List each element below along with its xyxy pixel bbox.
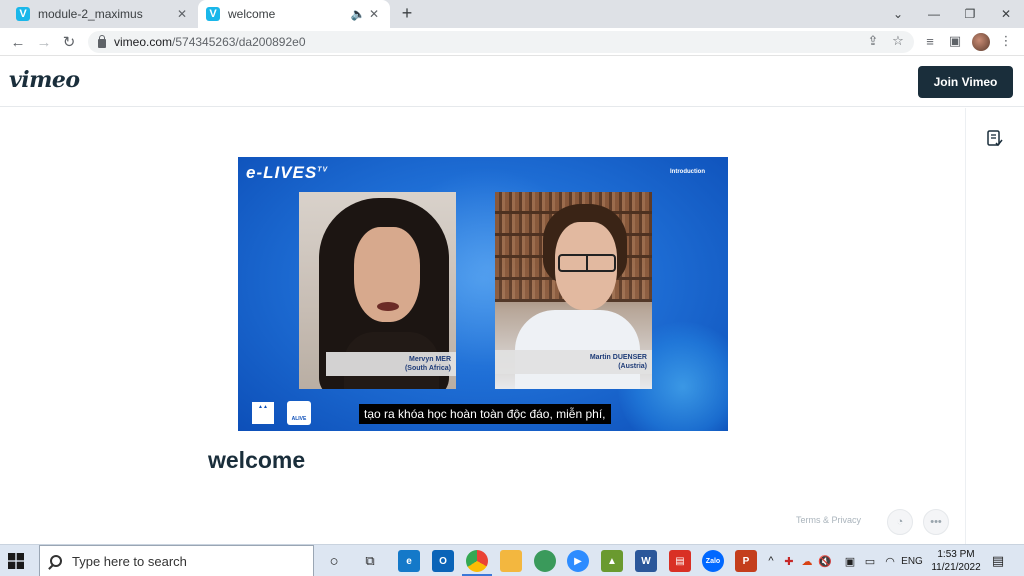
video-subtitle: tạo ra khóa học hoàn toàn độc đáo, miễn …	[359, 404, 611, 424]
tab-module-2-maximus[interactable]: V module-2_maximus ✕	[8, 0, 198, 28]
alive-logo: ALIVE	[287, 401, 311, 425]
tab-welcome[interactable]: V welcome 🔈 ✕	[198, 0, 390, 28]
tab-title: module-2_maximus	[38, 7, 143, 21]
tab-search-icon[interactable]: ⌄	[880, 0, 916, 28]
bookmark-star-icon[interactable]: ☆	[889, 32, 907, 50]
more-dots-icon[interactable]: •••	[923, 509, 949, 535]
chart-app-icon[interactable]: ▲	[601, 550, 623, 572]
antivirus-icon[interactable]: ✚	[782, 553, 796, 569]
terms-privacy-link[interactable]: Terms & Privacy	[796, 515, 861, 525]
new-tab-button[interactable]: +	[398, 4, 416, 23]
speaker-icon[interactable]: 🔈	[350, 6, 366, 22]
lock-icon	[98, 34, 106, 48]
vimeo-favicon-icon: V	[206, 7, 220, 21]
search-placeholder: Type here to search	[72, 553, 187, 569]
section-label: Introduction	[670, 169, 705, 175]
speaker-left-caption: Mervyn MER (South Africa)	[326, 352, 456, 376]
chrome-icon[interactable]	[466, 550, 488, 572]
browser-toolbar: ← → ↻ vimeo.com /574345263/da200892e0 ⇪ …	[0, 28, 1024, 56]
outlook-icon[interactable]: O	[432, 550, 454, 572]
wifi-icon[interactable]: ◠	[882, 553, 898, 569]
reload-icon[interactable]: ↻	[59, 32, 79, 52]
back-arrow-icon[interactable]: ←	[8, 32, 28, 52]
speaker-right-panel: Martin DUENSER (Austria)	[495, 192, 652, 389]
notification-icon[interactable]: ▤	[990, 553, 1006, 569]
cloud-icon[interactable]: ☁	[800, 553, 814, 569]
share-icon[interactable]: ⇪	[864, 32, 882, 50]
url-host: vimeo.com	[114, 35, 173, 49]
partner-logo: ▲▲	[252, 402, 274, 424]
search-icon	[50, 555, 62, 567]
pdf-icon[interactable]: ▤	[669, 550, 691, 572]
edge-icon[interactable]: e	[398, 550, 420, 572]
address-bar[interactable]: vimeo.com /574345263/da200892e0	[88, 31, 914, 53]
word-icon[interactable]: W	[635, 550, 657, 572]
file-explorer-icon[interactable]	[500, 550, 522, 572]
vimeo-favicon-icon: V	[16, 7, 30, 21]
tab-title: welcome	[228, 7, 276, 21]
taskbar: Type here to search ○ ⧉ e O ▶ ▲ W ▤ Zalo…	[0, 544, 1024, 576]
vimeo-logo[interactable]: vimeo	[9, 67, 80, 93]
side-panel-icon[interactable]: ▣	[946, 32, 964, 50]
language-indicator[interactable]: ENG	[900, 553, 924, 569]
site-header: vimeo Join Vimeo	[0, 57, 1024, 107]
speaker-left-panel: Mervyn MER (South Africa)	[299, 192, 456, 389]
reading-list-icon[interactable]: ≡	[921, 32, 939, 50]
join-vimeo-button[interactable]: Join Vimeo	[918, 66, 1013, 98]
close-icon[interactable]: ✕	[174, 6, 190, 22]
zoom-icon[interactable]: ▶	[567, 550, 589, 572]
taskbar-search-input[interactable]: Type here to search	[39, 545, 314, 576]
url-path: /574345263/da200892e0	[172, 35, 306, 49]
powerpoint-icon[interactable]: P	[735, 550, 757, 572]
display-icon[interactable]: ▣	[842, 553, 858, 569]
cortana-icon[interactable]: ○	[324, 553, 344, 570]
maps-icon[interactable]	[534, 550, 556, 572]
tab-strip: V module-2_maximus ✕ V welcome 🔈 ✕ + ⌄ —…	[0, 0, 1024, 28]
elives-logo: e-LIVESTV	[246, 163, 329, 182]
menu-dots-icon[interactable]: ⋮	[997, 32, 1015, 50]
volume-muted-icon[interactable]: 🔇	[818, 553, 832, 569]
battery-icon[interactable]: ▭	[862, 553, 878, 569]
video-title: welcome	[208, 447, 306, 473]
close-window-button[interactable]: ✕	[988, 0, 1024, 28]
speaker-right-caption: Martin DUENSER (Austria)	[495, 350, 652, 374]
taskbar-clock[interactable]: 1:53 PM 11/21/2022	[928, 548, 984, 574]
minimize-button[interactable]: —	[916, 0, 952, 28]
forward-arrow-icon[interactable]: →	[34, 32, 54, 52]
notes-icon[interactable]	[987, 130, 1003, 147]
windows-start-icon[interactable]	[8, 553, 24, 569]
right-rail	[965, 108, 1024, 544]
avatar[interactable]	[972, 33, 990, 51]
restore-button[interactable]: ❐	[952, 0, 988, 28]
chevron-up-icon[interactable]: ^	[764, 553, 778, 569]
video-player[interactable]: e-LIVESTV Introduction Mervyn MER (South…	[238, 157, 728, 431]
compass-icon[interactable]: ◔	[887, 509, 913, 535]
zalo-icon[interactable]: Zalo	[702, 550, 724, 572]
close-icon[interactable]: ✕	[366, 6, 382, 22]
task-view-icon[interactable]: ⧉	[360, 553, 380, 569]
